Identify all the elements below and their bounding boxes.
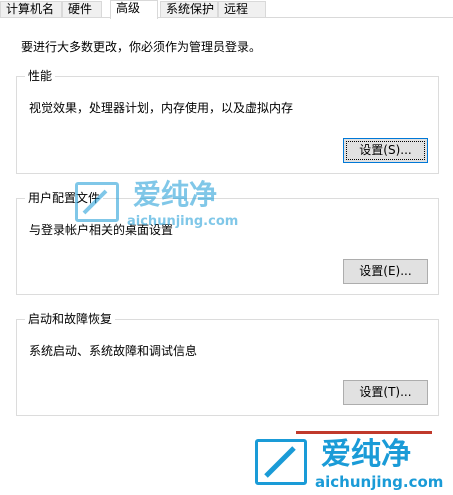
startup-recovery-description: 系统启动、系统故障和调试信息 bbox=[29, 344, 198, 358]
advanced-system-settings-window: 计算机名 硬件 高级 系统保护 远程 要进行大多数更改，你必须作为管理员登录。 … bbox=[0, 0, 453, 495]
tab-advanced[interactable]: 高级 bbox=[110, 0, 158, 19]
watermark-corner-brand: 爱纯净 bbox=[321, 437, 411, 472]
performance-description: 视觉效果，处理器计划，内存使用，以及虚拟内存 bbox=[29, 101, 294, 115]
tab-strip-divider bbox=[0, 17, 453, 18]
watermark-corner: 爱纯净 aichunjing.com bbox=[255, 437, 450, 493]
tab-remote[interactable]: 远程 bbox=[218, 1, 266, 17]
tab-hardware[interactable]: 硬件 bbox=[62, 1, 102, 17]
tab-computer-name[interactable]: 计算机名 bbox=[0, 1, 62, 17]
tab-strip: 计算机名 硬件 高级 系统保护 远程 bbox=[0, 0, 453, 19]
performance-group: 性能 视觉效果，处理器计划，内存使用，以及虚拟内存 设置(S)... bbox=[16, 68, 439, 174]
user-profiles-group: 用户配置文件 与登录帐户相关的桌面设置 设置(E)... bbox=[16, 190, 439, 295]
startup-recovery-settings-button[interactable]: 设置(T)... bbox=[343, 380, 428, 405]
user-profiles-settings-button[interactable]: 设置(E)... bbox=[343, 259, 428, 284]
user-profiles-description: 与登录帐户相关的桌面设置 bbox=[29, 223, 174, 237]
tab-system-protection[interactable]: 系统保护 bbox=[160, 1, 218, 17]
watermark-corner-logo-icon bbox=[255, 439, 307, 485]
startup-recovery-group: 启动和故障恢复 系统启动、系统故障和调试信息 设置(T)... bbox=[16, 311, 439, 416]
performance-settings-button[interactable]: 设置(S)... bbox=[343, 138, 428, 163]
highlight-underline bbox=[296, 431, 432, 434]
user-profiles-group-title: 用户配置文件 bbox=[25, 190, 104, 206]
performance-group-title: 性能 bbox=[25, 68, 56, 84]
startup-recovery-group-title: 启动和故障恢复 bbox=[25, 311, 116, 327]
watermark-corner-url: aichunjing.com bbox=[315, 473, 444, 491]
admin-notice-text: 要进行大多数更改，你必须作为管理员登录。 bbox=[21, 40, 262, 54]
